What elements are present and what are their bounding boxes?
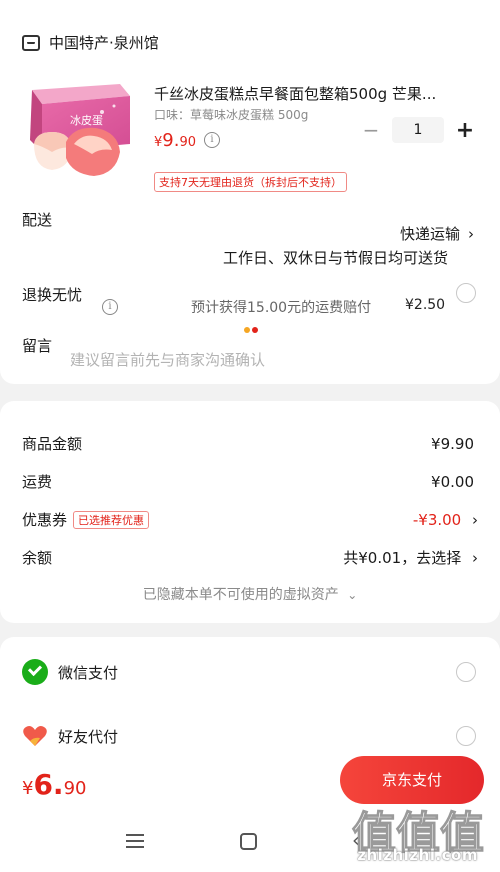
goods-amount-row: 商品金额 ¥9.90 [22,433,474,454]
price-integer: 9. [162,130,180,151]
chevron-right-icon: › [472,549,478,567]
quantity-stepper: − 1 + [358,117,478,143]
goods-amount-value: ¥9.90 [431,434,474,453]
help-info-icon[interactable]: i [102,299,118,315]
return-insurance-price: ¥2.50 [405,297,446,313]
return-policy-tag: 支持7天无理由退货（拆封后不支持） [154,172,347,192]
delivery-label: 配送 [22,211,53,229]
heart-icon [23,726,47,746]
chevron-down-icon: ⌄ [347,588,358,602]
delivery-method-button[interactable]: 快递运输 › [400,223,474,244]
return-insurance-radio[interactable] [456,283,476,303]
store-icon [22,34,40,51]
wechat-icon [22,659,48,685]
coupon-value: -¥3.00 [412,510,462,529]
payment-option-friend[interactable]: 好友代付 [22,723,118,749]
decrease-button[interactable]: − [358,118,384,142]
balance-value-group: 共¥0.01，去选择 › [343,547,478,568]
box-brand-text: 冰皮蛋 [70,114,103,127]
watermark-text: zhizhizhi.com [357,846,478,864]
payment-label: 微信支付 [58,663,119,682]
message-label: 留言 [22,337,53,355]
product-title[interactable]: 千丝冰皮蛋糕点早餐面包整箱500g 芒果... [154,83,474,104]
return-insurance-text: 预计获得15.00元的运费赔付 [191,300,372,316]
quantity-input[interactable]: 1 [392,117,444,143]
shipping-fee-label: 运费 [22,473,53,491]
increase-button[interactable]: + [452,118,478,143]
delivery-method: 快递运输 [399,225,460,243]
price-currency: ¥ [154,135,163,150]
coupon-row[interactable]: 优惠券 已选推荐优惠 -¥3.00 › [22,509,478,530]
home-icon[interactable] [240,833,257,850]
balance-value: 共¥0.01，去选择 [343,549,462,567]
price-decimal: 90 [179,135,197,150]
chevron-right-icon: › [472,510,478,529]
hidden-assets-toggle[interactable]: 已隐藏本单不可使用的虚拟资产 ⌄ [0,584,500,604]
product-price: ¥ 9. 90 [154,130,196,151]
total-integer: 6. [33,768,64,801]
return-insurance-label: 退换无忧 [22,286,83,304]
coupon-value-group: -¥3.00 › [413,511,478,529]
total-decimal: 90 [63,778,87,799]
goods-amount-label: 商品金额 [22,435,83,453]
balance-row[interactable]: 余额 共¥0.01，去选择 › [22,547,478,568]
payment-option-wechat[interactable]: 微信支付 [22,659,118,685]
store-name: 中国特产·泉州馆 [49,34,159,52]
balance-label: 余额 [22,549,53,567]
info-icon[interactable]: i [204,132,220,148]
chevron-right-icon: › [468,225,474,243]
total-price: ¥ 6. 90 [22,768,86,801]
product-spec[interactable]: 口味：草莓味冰皮蛋糕 500g [154,106,308,123]
coupon-label-group: 优惠券 已选推荐优惠 [22,509,150,530]
shipping-fee-value: ¥0.00 [431,472,474,491]
menu-icon[interactable] [126,834,144,848]
product-image[interactable]: 冰皮蛋 [22,82,140,182]
payment-label: 好友代付 [58,727,119,746]
store-header[interactable]: 中国特产·泉州馆 [22,32,159,53]
friend-pay-radio[interactable] [456,726,476,746]
delivery-time: 工作日、双休日与节假日均可送货 [222,249,448,267]
shipping-fee-row: 运费 ¥0.00 [22,471,474,492]
coupon-tag: 已选推荐优惠 [73,510,150,529]
message-input[interactable]: 建议留言前先与商家沟通确认 [70,349,265,370]
hidden-assets-note: 已隐藏本单不可使用的虚拟资产 [142,587,339,603]
wechat-pay-radio[interactable] [456,662,476,682]
total-currency: ¥ [22,778,34,799]
loading-dots [244,327,258,333]
coupon-label: 优惠券 [22,511,68,529]
